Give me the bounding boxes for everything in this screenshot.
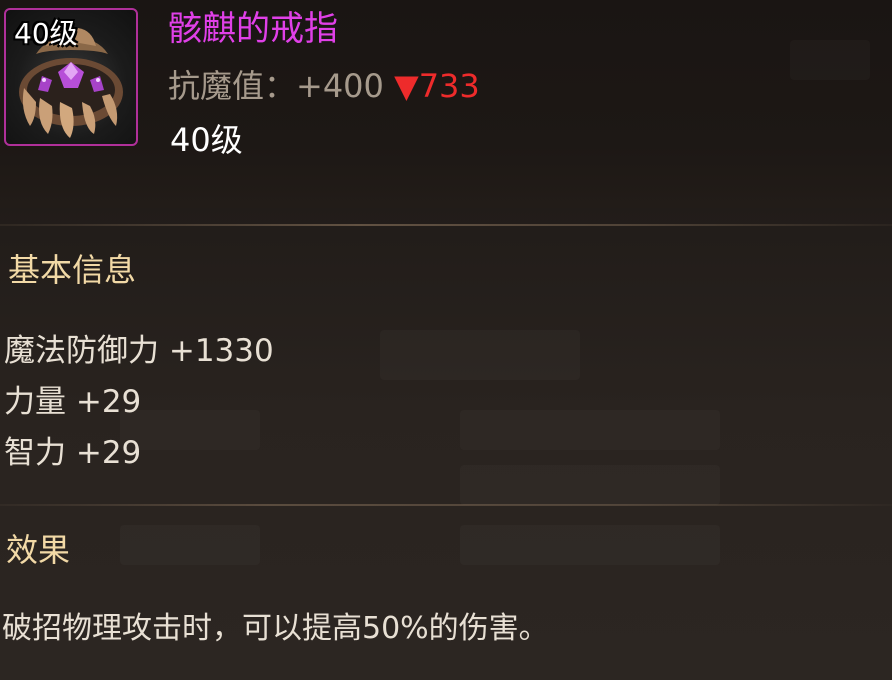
main-stat-diff: ▼733 (394, 67, 480, 105)
attribute-line: 智力 +29 (4, 435, 142, 471)
background-ghost (460, 410, 720, 450)
background-ghost (380, 330, 580, 380)
item-main-stat: 抗魔值：+400 ▼733 (168, 70, 480, 102)
header-divider (0, 224, 892, 226)
main-stat-label: 抗魔值：+400 (168, 67, 384, 105)
background-ghost (790, 40, 870, 80)
item-level: 40级 (170, 121, 243, 159)
section-divider (0, 504, 892, 506)
background-ghost (460, 465, 720, 505)
attribute-line: 魔法防御力 +1330 (4, 333, 274, 369)
item-icon-frame[interactable]: 40级 (4, 8, 138, 146)
item-tooltip-panel: 40级 骸麒的戒指 抗魔值：+400 ▼733 40级 基本信息 魔法防御力 +… (0, 0, 892, 680)
effect-description: 破招物理攻击时，可以提高50%的伤害。 (2, 611, 549, 646)
item-icon-level-badge: 40级 (14, 17, 78, 50)
background-ghost (120, 525, 260, 565)
effect-title: 效果 (6, 531, 71, 569)
attribute-line: 力量 +29 (4, 384, 142, 420)
item-name: 骸麒的戒指 (168, 9, 338, 49)
background-ghost (460, 525, 720, 565)
basic-info-title: 基本信息 (8, 251, 137, 289)
